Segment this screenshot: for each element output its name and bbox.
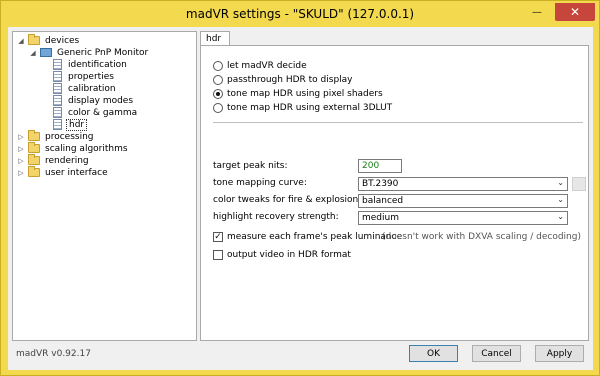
version-label: madVR v0.92.17 xyxy=(16,349,91,359)
tree-label-user-interface: user interface xyxy=(45,167,108,178)
radio-passthrough-hdr[interactable]: passthrough HDR to display xyxy=(213,73,353,86)
page-icon xyxy=(53,95,62,106)
target-peak-label: target peak nits: xyxy=(213,161,288,171)
page-icon xyxy=(53,59,62,70)
checkbox-label: output video in HDR format xyxy=(227,249,351,260)
cancel-button[interactable]: Cancel xyxy=(472,345,521,362)
tab-bar: hdr xyxy=(200,31,589,46)
minimize-button[interactable]: — xyxy=(525,3,549,21)
monitor-icon xyxy=(40,48,52,57)
dialog-client-area: ◢ devices ◢ Generic PnP Monitor identifi… xyxy=(8,27,593,370)
select-value: balanced xyxy=(362,196,404,206)
checkmark-icon[interactable]: ✓ xyxy=(213,231,223,242)
window-title: madVR settings - "SKULD" (127.0.0.1) xyxy=(185,7,415,21)
tree-item-label: properties xyxy=(68,71,114,82)
madvr-settings-window: madVR settings - "SKULD" (127.0.0.1) — ✕… xyxy=(0,0,600,376)
expand-icon[interactable]: ▷ xyxy=(17,145,25,153)
tree-item-label: hdr xyxy=(66,118,88,131)
chevron-down-icon: ⌄ xyxy=(557,178,564,187)
tree-node-user-interface[interactable]: ▷ user interface xyxy=(17,166,110,179)
radio-label: tone map HDR using external 3DLUT xyxy=(227,102,393,113)
expand-icon[interactable]: ▷ xyxy=(17,169,25,177)
expand-icon[interactable]: ▷ xyxy=(17,157,25,165)
radio-button[interactable] xyxy=(213,60,223,71)
expand-icon[interactable]: ▷ xyxy=(17,133,25,141)
radio-button-selected[interactable] xyxy=(213,88,223,99)
tone-mapping-curve-select[interactable]: BT.2390 ⌄ xyxy=(358,177,568,191)
page-icon xyxy=(53,83,62,94)
ok-button[interactable]: OK xyxy=(409,345,458,362)
collapse-icon[interactable]: ◢ xyxy=(17,37,25,45)
folder-icon xyxy=(28,130,40,141)
tree-label-scaling-algorithms: scaling algorithms xyxy=(45,143,128,154)
output-hdr-format-checkbox[interactable]: output video in HDR format xyxy=(213,248,351,261)
tree-item-label: color & gamma xyxy=(68,107,138,118)
close-button[interactable]: ✕ xyxy=(555,3,595,21)
page-icon xyxy=(53,107,62,118)
page-icon xyxy=(53,71,62,82)
radio-label: let madVR decide xyxy=(227,60,307,71)
select-value: medium xyxy=(362,213,399,223)
select-value: BT.2390 xyxy=(362,179,399,189)
tree-label-devices: devices xyxy=(45,35,80,46)
collapse-icon[interactable]: ◢ xyxy=(29,49,37,57)
target-peak-nits-input[interactable]: 200 xyxy=(358,159,402,173)
folder-icon xyxy=(28,34,40,45)
chevron-down-icon: ⌄ xyxy=(557,195,564,204)
tone-mapping-curve-label: tone mapping curve: xyxy=(213,178,307,188)
folder-icon xyxy=(28,154,40,165)
curve-extra-button[interactable] xyxy=(572,177,586,191)
folder-icon xyxy=(28,166,40,177)
radio-label: tone map HDR using pixel shaders xyxy=(227,88,383,99)
page-icon xyxy=(53,119,62,130)
radio-button[interactable] xyxy=(213,102,223,113)
radio-let-madvr-decide[interactable]: let madVR decide xyxy=(213,59,307,72)
hdr-settings-panel: let madVR decide passthrough HDR to disp… xyxy=(200,45,589,341)
tree-label-processing: processing xyxy=(45,131,94,142)
checkbox-label: measure each frame's peak luminance xyxy=(227,231,403,242)
highlight-recovery-select[interactable]: medium ⌄ xyxy=(358,211,568,225)
tree-item-label: identification xyxy=(68,59,127,70)
dxva-note: (doesn't work with DXVA scaling / decodi… xyxy=(382,232,581,242)
radio-label: passthrough HDR to display xyxy=(227,74,353,85)
tree-label-monitor: Generic PnP Monitor xyxy=(57,47,149,58)
tree-label-rendering: rendering xyxy=(45,155,89,166)
checkbox-box[interactable] xyxy=(213,249,223,260)
highlight-recovery-label: highlight recovery strength: xyxy=(213,212,339,222)
folder-icon xyxy=(28,142,40,153)
tree-item-label: display modes xyxy=(68,95,134,106)
measure-peak-luminance-checkbox[interactable]: ✓ measure each frame's peak luminance xyxy=(213,230,402,243)
tab-hdr[interactable]: hdr xyxy=(200,31,230,46)
title-bar[interactable]: madVR settings - "SKULD" (127.0.0.1) — ✕ xyxy=(1,1,599,27)
separator xyxy=(213,122,583,123)
chevron-down-icon: ⌄ xyxy=(557,212,564,221)
fire-explosions-select[interactable]: balanced ⌄ xyxy=(358,194,568,208)
radio-button[interactable] xyxy=(213,74,223,85)
radio-tone-map-3dlut[interactable]: tone map HDR using external 3DLUT xyxy=(213,101,392,114)
apply-button[interactable]: Apply xyxy=(535,345,584,362)
tree-item-label: calibration xyxy=(68,83,116,94)
settings-tree[interactable]: ◢ devices ◢ Generic PnP Monitor identifi… xyxy=(12,31,197,341)
fire-explosions-label: color tweaks for fire & explosions: xyxy=(213,195,366,205)
radio-tone-map-pixel-shaders[interactable]: tone map HDR using pixel shaders xyxy=(213,87,383,100)
